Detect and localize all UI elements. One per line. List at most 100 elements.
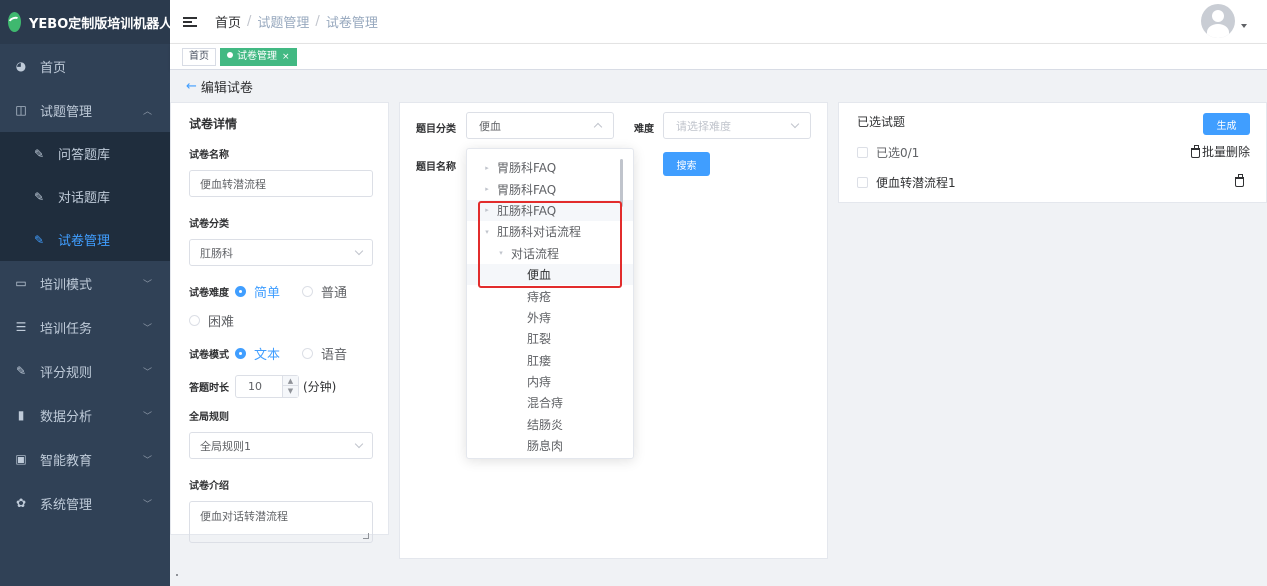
category-label: 试卷分类 [189,219,229,230]
list-icon: ☰ [15,320,27,334]
increment-icon[interactable]: ▲ [283,376,298,386]
list-item: 便血转潜流程1 [857,174,956,191]
category-filter-label: 题目分类 [416,124,456,135]
duration-unit: (分钟) [303,380,337,394]
caret-right-icon: ▸ [485,163,489,172]
chevron-down-icon: ﹀ [142,323,152,334]
sidebar-item-system-management[interactable]: ✿ 系统管理 ﹀ [0,481,170,525]
close-icon[interactable]: × [282,52,290,62]
dropdown-scrollbar[interactable] [620,159,623,207]
mode-radio-voice[interactable]: 语音 [302,344,347,363]
batch-delete-button[interactable]: 批量删除 [1190,143,1250,160]
top-header: 首页 / 试题管理 / 试卷管理 [170,0,1267,44]
search-button[interactable]: 搜索 [663,152,710,176]
tree-node-polyp[interactable]: 肠息肉 [467,435,633,456]
duration-row: 答题时长 10 ▲ ▼ (分钟) [189,375,370,398]
chevron-down-icon: ﹀ [142,499,152,510]
exam-category-select[interactable]: 肛肠科 [189,239,373,266]
sidebar-item-smart-education[interactable]: ▣ 智能教育 ﹀ [0,437,170,481]
sidebar-item-dialog-bank[interactable]: ✎ 对话题库 [0,175,170,218]
difficulty-radio-easy[interactable]: 简单 [235,282,280,301]
tree-node-gastro-faq[interactable]: ▸ 胃肠科FAQ [467,157,633,178]
sidebar-item-label: 评分规则 [40,365,93,381]
category-cascader-dropdown: ▸ 胃肠科FAQ ▸ 胃肠科FAQ ▸ 肛肠科FAQ ▾ 肛肠科对话流程 ▾ 对话流程 便… [466,148,634,459]
rule-label: 全局规则 [189,412,229,423]
back-arrow-icon[interactable]: ← [186,79,197,94]
global-rule-select[interactable]: 全局规则1 [189,432,373,459]
caret-down-icon[interactable] [1241,24,1247,28]
submenu-question-management: ✎ 问答题库 ✎ 对话题库 ✎ 试卷管理 [0,132,170,261]
name-label: 试卷名称 [189,150,229,161]
chevron-down-icon [354,439,364,449]
duration-stepper[interactable]: 10 ▲ ▼ [235,375,299,398]
tree-node-anal-fistula[interactable]: 肛瘘 [467,350,633,371]
difficulty-row: 试卷难度 简单 普通 [189,282,370,301]
chevron-down-icon: ﹀ [142,279,152,290]
delete-item-button[interactable] [1235,173,1246,188]
sidebar-item-label: 试卷管理 [58,234,111,249]
exam-details-panel: 试卷详情 试卷名称 便血转潜流程 试卷分类 肛肠科 试卷难度 简单 普通 困难 … [170,102,389,543]
tree-node-hemorrhoids[interactable]: 痔疮 [467,285,633,306]
mode-radio-text[interactable]: 文本 [235,344,280,363]
sidebar-item-label: 问答题库 [58,148,111,163]
sidebar-item-label: 培训模式 [40,277,93,293]
tree-node-anal-fissure[interactable]: 肛裂 [467,328,633,349]
tree-node-external-hemorrhoid[interactable]: 外痔 [467,307,633,328]
mode-row: 试卷模式 文本 语音 [189,344,370,363]
breadcrumb-home[interactable]: 首页 [215,12,241,31]
select-all-checkbox[interactable] [857,147,868,158]
brand-title: YEBO定制版培训机器人 [29,16,173,32]
sidebar-item-data-analysis[interactable]: ▮ 数据分析 ﹀ [0,393,170,437]
selected-questions-panel: 已选试题 生成 已选0/1 批量删除 便血转潜流程1 [838,102,1267,203]
dot-icon [227,51,233,58]
sidebar-item-label: 培训任务 [40,321,93,337]
book-icon: ◫ [15,103,27,117]
sidebar-item-qa-bank[interactable]: ✎ 问答题库 [0,132,170,175]
edit-icon: ✎ [33,232,45,247]
edit-icon: ✎ [15,364,27,378]
breadcrumb-exam-management: 试卷管理 [325,16,378,31]
generate-button[interactable]: 生成 [1203,113,1250,135]
sidebar: YEBO定制版培训机器人 ◕ 首页 ◫ 试题管理 ︿ ✎ 问答题库 ✎ 对话题库… [0,0,173,586]
difficulty-filter-select[interactable]: 请选择难度 [663,112,811,139]
sidebar-item-home[interactable]: ◕ 首页 [0,44,170,88]
breadcrumb-question-management[interactable]: 试题管理 [257,12,309,31]
duration-label: 答题时长 [189,383,229,394]
tag-home[interactable]: 首页 [182,47,216,66]
category-filter-select[interactable]: 便血 [466,112,614,139]
sidebar-item-label: 系统管理 [40,497,93,513]
tree-node-mixed-hemorrhoid[interactable]: 混合痔 [467,392,633,413]
caret-right-icon: ▸ [485,185,489,194]
monitor-icon: ▭ [15,276,27,290]
mode-label: 试卷模式 [189,350,229,361]
tree-node-internal-hemorrhoid[interactable]: 内痔 [467,371,633,392]
sidebar-item-label: 对话题库 [58,191,111,206]
sidebar-item-training-task[interactable]: ☰ 培训任务 ﹀ [0,305,170,349]
difficulty-label: 试卷难度 [189,288,229,299]
highlight-annotation-box [478,201,622,288]
selected-title: 已选试题 [857,115,906,129]
intro-label: 试卷介绍 [189,481,229,492]
difficulty-radio-normal[interactable]: 普通 [302,282,347,301]
exam-name-input[interactable]: 便血转潜流程 [189,170,373,197]
tag-exam-management[interactable]: 试卷管理 × [220,47,297,66]
hamburger-icon[interactable] [183,15,197,29]
sidebar-item-scoring-rules[interactable]: ✎ 评分规则 ﹀ [0,349,170,393]
edit-icon: ✎ [33,189,45,204]
sidebar-item-question-management[interactable]: ◫ 试题管理 ︿ [0,88,170,132]
decrement-icon[interactable]: ▼ [283,386,298,396]
edit-icon: ✎ [33,146,45,161]
page-title: 编辑试卷 [200,80,253,96]
exam-intro-textarea[interactable]: 便血对话转潜流程 [189,501,373,543]
dashboard-icon: ◕ [15,59,27,73]
tree-node-gastro-faq-2[interactable]: ▸ 胃肠科FAQ [467,178,633,199]
sidebar-item-exam-management[interactable]: ✎ 试卷管理 [0,218,170,261]
chevron-up-icon: ︿ [142,106,152,117]
item-checkbox[interactable] [857,177,868,188]
sidebar-item-training-mode[interactable]: ▭ 培训模式 ﹀ [0,261,170,305]
avatar[interactable] [1201,4,1235,38]
difficulty-radio-hard[interactable]: 困难 [189,311,234,330]
tree-node-colitis[interactable]: 结肠炎 [467,414,633,435]
section-title: 试卷详情 [189,117,238,131]
page-header: ← 编辑试卷 [170,70,1267,102]
